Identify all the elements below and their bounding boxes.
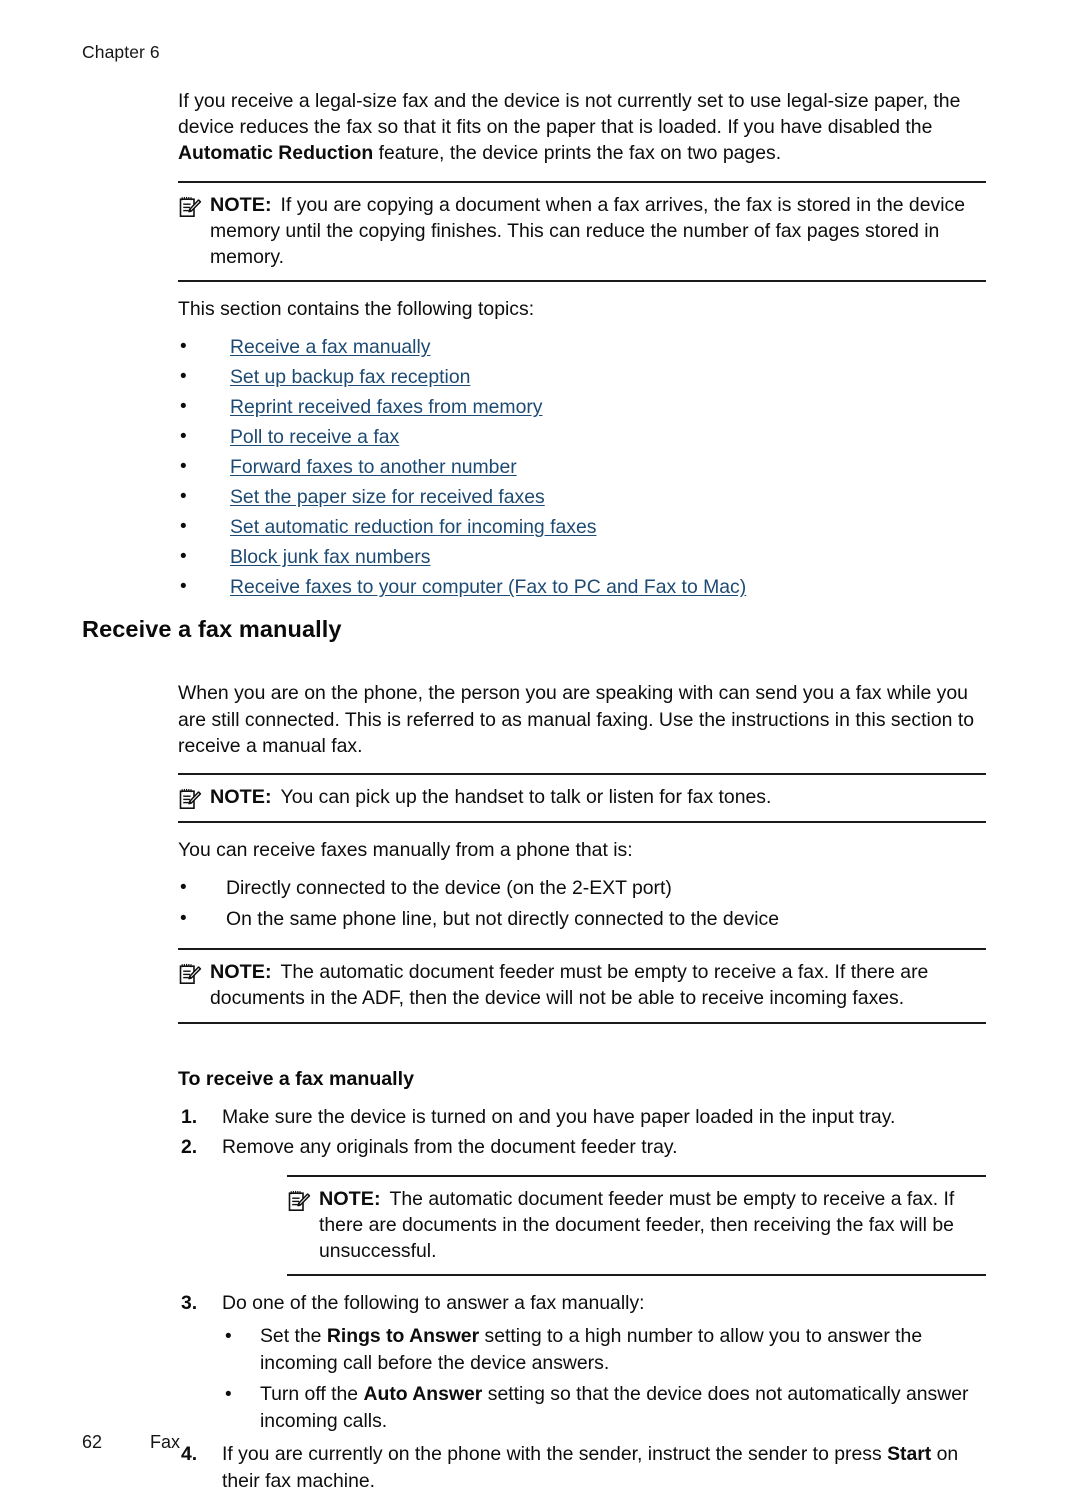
page-footer: 62 Fax [82, 1432, 180, 1453]
bullet-icon: • [180, 908, 187, 930]
note-text-4: The automatic document feeder must be em… [319, 1187, 955, 1263]
note-callout-2: NOTE: You can pick up the handset to talk… [178, 773, 986, 824]
bullet-icon: • [180, 366, 187, 388]
footer-section-label: Fax [150, 1432, 181, 1452]
topic-link-set-paper-size[interactable]: Set the paper size for received faxes [230, 486, 545, 508]
chapter-header: Chapter 6 [82, 42, 160, 62]
list-item: • On the same phone line, but not directl… [178, 904, 986, 934]
bullet-icon: • [180, 516, 187, 538]
sub-bullet-2-bold: Auto Answer [363, 1383, 483, 1406]
list-item: • Receive faxes to your computer (Fax to … [178, 572, 986, 602]
note-pencil-icon [178, 192, 204, 219]
topic-link-block-junk-fax[interactable]: Block junk fax numbers [230, 546, 430, 568]
phone-list-item-1: On the same phone line, but not directly… [226, 908, 779, 931]
sub-bullet-item-2: • Turn off the Auto Answer setting so tha… [222, 1381, 986, 1435]
step-number-1: 1. [181, 1105, 198, 1128]
note-body-1: NOTE: If you are copying a document when … [210, 192, 986, 271]
bullet-icon: • [225, 1326, 232, 1348]
topic-link-forward-faxes[interactable]: Forward faxes to another number [230, 456, 517, 478]
step-number-4: 4. [181, 1443, 198, 1466]
step-item-2: 2. Remove any originals from the documen… [178, 1134, 986, 1277]
page-content: If you receive a legal-size fax and the … [178, 88, 986, 1498]
bullet-icon: • [180, 426, 187, 448]
note-text-3: The automatic document feeder must be em… [210, 961, 929, 1010]
note-pencil-icon [287, 1186, 313, 1213]
topic-link-fax-to-pc-mac[interactable]: Receive faxes to your computer (Fax to P… [230, 576, 746, 598]
list-item: • Poll to receive a fax [178, 422, 986, 452]
note-callout-4: NOTE: The automatic document feeder must … [287, 1174, 986, 1277]
step-item-4: 4. If you are currently on the phone wit… [178, 1441, 986, 1495]
step3-sub-bullets: • Set the Rings to Answer setting to a hi… [222, 1323, 986, 1435]
list-item: • Block junk fax numbers [178, 542, 986, 572]
note-body-4: NOTE: The automatic document feeder must … [319, 1186, 986, 1265]
list-item: • Reprint received faxes from memory [178, 392, 986, 422]
bullet-icon: • [180, 486, 187, 508]
phone-list-lead-in: You can receive faxes manually from a ph… [178, 839, 633, 862]
step-number-3: 3. [181, 1292, 198, 1315]
step-text-4-bold: Start [887, 1443, 932, 1466]
bullet-icon: • [180, 396, 187, 418]
list-item: • Directly connected to the device (on th… [178, 873, 986, 903]
step-text-1: Make sure the device is turned on and yo… [222, 1105, 896, 1128]
step-text-3: Do one of the following to answer a fax … [222, 1292, 645, 1315]
note-body-2: NOTE: You can pick up the handset to talk… [210, 784, 771, 810]
note-callout-1: NOTE: If you are copying a document when … [178, 180, 986, 283]
step-item-3: 3. Do one of the following to answer a f… [178, 1290, 986, 1435]
bullet-icon: • [225, 1384, 232, 1406]
list-item: • Set automatic reduction for incoming fa… [178, 512, 986, 542]
sub-bullet-1-part1: Set the [260, 1325, 327, 1348]
intro-bold-term: Automatic Reduction [178, 142, 374, 165]
sub-bullet-2-part1: Turn off the [260, 1383, 364, 1406]
list-item: • Receive a fax manually [178, 332, 986, 362]
page-number: 62 [82, 1432, 103, 1452]
note-label-3: NOTE: [210, 961, 272, 984]
step-text-2: Remove any originals from the document f… [222, 1135, 678, 1158]
list-item: • Set up backup fax reception [178, 362, 986, 392]
topics-lead-in: This section contains the following topi… [178, 298, 535, 321]
note-pencil-icon [178, 784, 204, 811]
intro-paragraph: If you receive a legal-size fax and the … [178, 88, 986, 167]
phone-list: • Directly connected to the device (on th… [178, 873, 986, 934]
phone-list-item-0: Directly connected to the device (on the… [226, 877, 672, 900]
topic-link-automatic-reduction[interactable]: Set automatic reduction for incoming fax… [230, 516, 596, 538]
procedure-steps: 1. Make sure the device is turned on and… [178, 1104, 986, 1496]
document-page: Chapter 6 If you receive a legal-size fa… [0, 0, 1080, 1495]
sub-bullet-item-1: • Set the Rings to Answer setting to a hi… [222, 1323, 986, 1377]
bullet-icon: • [180, 877, 187, 899]
step-text-4-part1: If you are currently on the phone with t… [222, 1443, 888, 1466]
list-item: • Set the paper size for received faxes [178, 482, 986, 512]
intro-text-part2: feature, the device prints the fax on tw… [373, 142, 782, 165]
topic-link-receive-fax-manually[interactable]: Receive a fax manually [230, 336, 430, 358]
bullet-icon: • [180, 546, 187, 568]
topics-link-list: • Receive a fax manually • Set up backup f… [178, 332, 986, 602]
note-label-2: NOTE: [210, 786, 272, 809]
list-item: • Forward faxes to another number [178, 452, 986, 482]
bullet-icon: • [180, 456, 187, 478]
step-item-1: 1. Make sure the device is turned on and… [178, 1104, 986, 1131]
topic-link-reprint-received-faxes[interactable]: Reprint received faxes from memory [230, 396, 543, 418]
topic-link-backup-fax-reception[interactable]: Set up backup fax reception [230, 366, 470, 388]
intro-text-part1: If you receive a legal-size fax and the … [178, 90, 961, 139]
note-callout-3: NOTE: The automatic document feeder must … [178, 948, 986, 1024]
section-intro-paragraph: When you are on the phone, the person yo… [178, 682, 975, 757]
procedure-title: To receive a fax manually [178, 1067, 414, 1090]
step-number-2: 2. [181, 1135, 198, 1158]
note-pencil-icon [178, 959, 204, 986]
bullet-icon: • [180, 576, 187, 598]
sub-bullet-1-bold: Rings to Answer [326, 1325, 480, 1348]
section-title: Receive a fax manually [82, 616, 342, 642]
note-label-1: NOTE: [210, 193, 272, 216]
note-body-3: NOTE: The automatic document feeder must … [210, 959, 986, 1011]
topic-link-poll-to-receive-fax[interactable]: Poll to receive a fax [230, 426, 399, 448]
note-text-2: You can pick up the handset to talk or l… [280, 786, 772, 809]
note-text-1: If you are copying a document when a fax… [210, 193, 965, 269]
bullet-icon: • [180, 336, 187, 358]
note-label-4: NOTE: [319, 1187, 381, 1210]
